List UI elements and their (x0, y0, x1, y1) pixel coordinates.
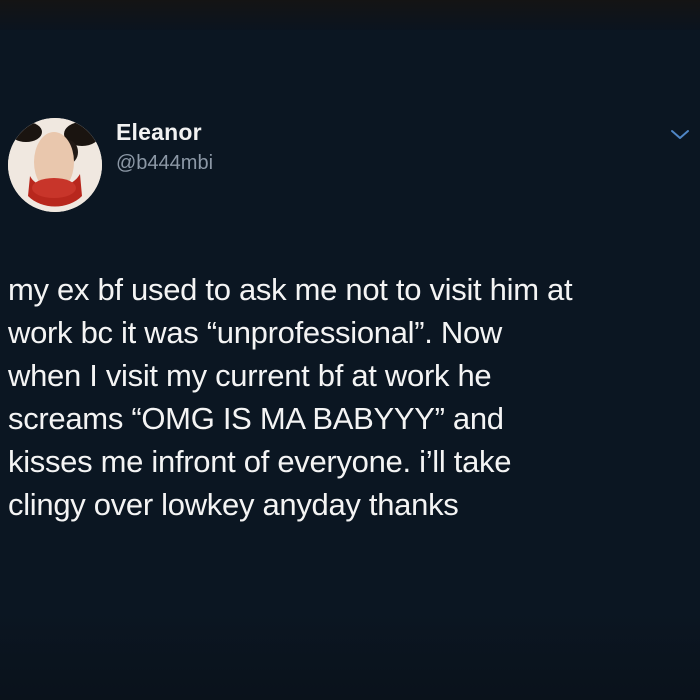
tweet-text-line: work bc it was “unprofessional”. Now (8, 315, 502, 350)
chevron-down-icon (671, 130, 689, 139)
tweet-text-line: clingy over lowkey anyday thanks (8, 487, 459, 522)
user-avatar-icon (8, 118, 102, 212)
bottom-shadow (0, 610, 700, 700)
avatar[interactable] (8, 118, 102, 212)
tweet-text-line: my ex bf used to ask me not to visit him… (8, 272, 573, 307)
tweet-text-line: kisses me infront of everyone. i’ll take (8, 444, 512, 479)
author-names: Eleanor @b444mbi (116, 118, 213, 176)
display-name[interactable]: Eleanor (116, 118, 213, 146)
tweet-menu-button[interactable] (668, 124, 692, 144)
user-handle[interactable]: @b444mbi (116, 150, 213, 176)
tweet-header: Eleanor @b444mbi (8, 118, 692, 228)
tweet-text-line: when I visit my current bf at work he (8, 358, 492, 393)
top-bar (0, 0, 700, 30)
tweet-text-line: screams “OMG IS MA BABYYY” and (8, 401, 504, 436)
tweet-text: my ex bf used to ask me not to visit him… (8, 268, 692, 526)
